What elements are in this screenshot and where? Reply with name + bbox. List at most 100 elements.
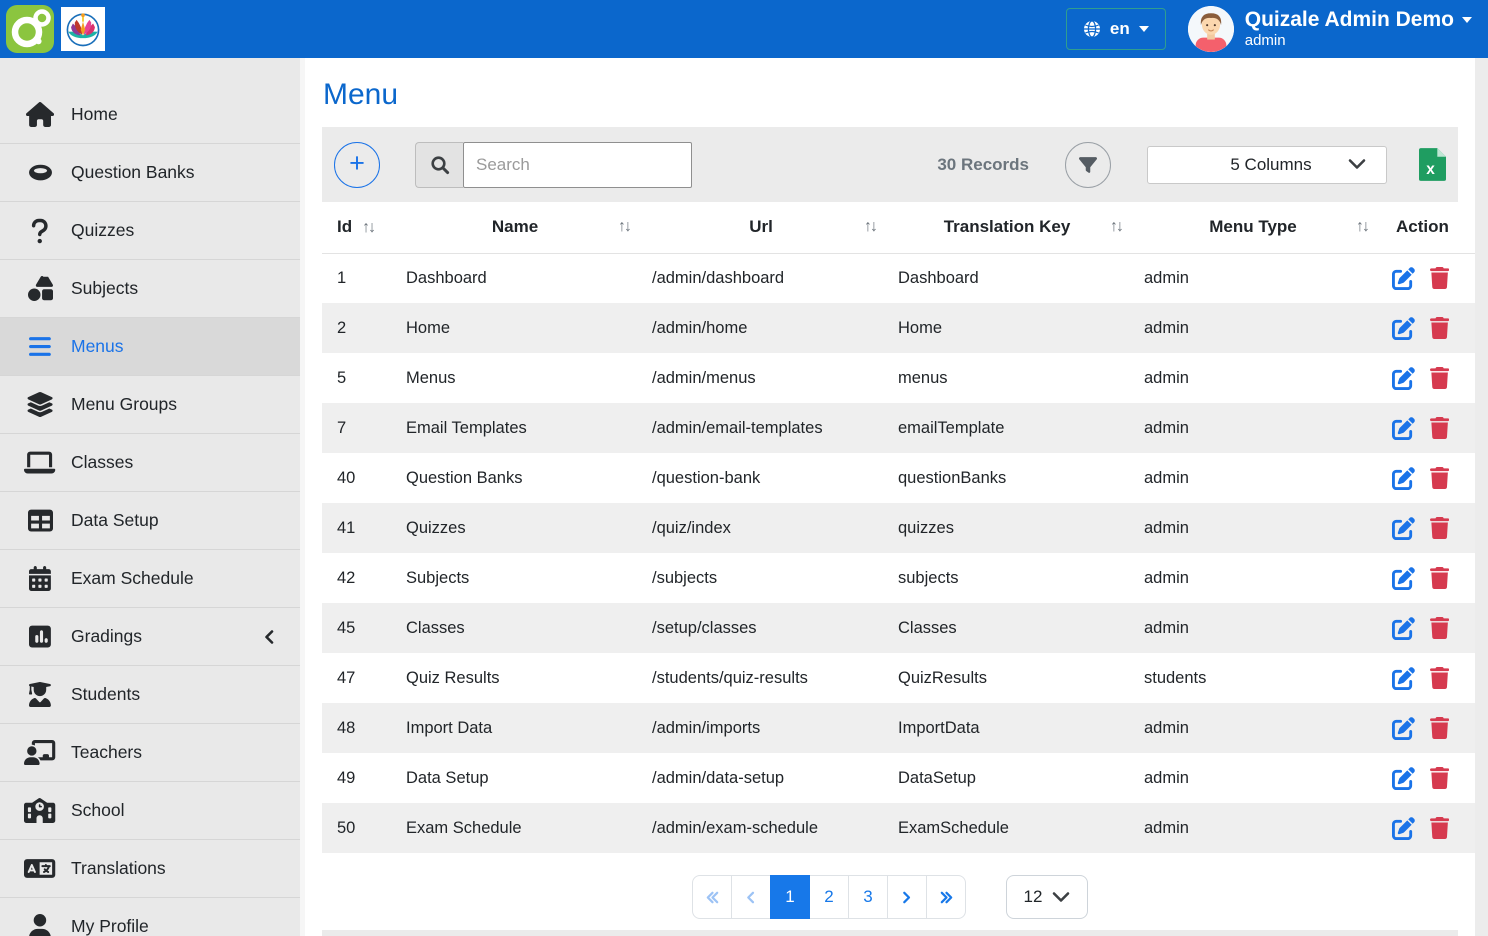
cell-actions xyxy=(1376,453,1475,503)
page-button-3[interactable]: 3 xyxy=(848,875,888,919)
edit-button[interactable] xyxy=(1392,517,1415,540)
page-button-2[interactable]: 2 xyxy=(809,875,849,919)
sort-icon[interactable]: ↑↓ xyxy=(618,218,634,236)
column-header-url[interactable]: Url↑↓ xyxy=(638,202,884,253)
next-page-button[interactable] xyxy=(887,875,927,919)
page-scrollbar[interactable] xyxy=(1475,58,1488,936)
sidebar-item-subjects[interactable]: Subjects xyxy=(0,260,305,318)
table-row: 2Home/admin/homeHomeadmin xyxy=(322,303,1475,353)
language-selector[interactable]: en xyxy=(1066,8,1166,50)
delete-button[interactable] xyxy=(1430,317,1449,339)
sidebar-item-teachers[interactable]: Teachers xyxy=(0,724,305,782)
table-row: 40Question Banks/question-bankquestionBa… xyxy=(322,453,1475,503)
edit-button[interactable] xyxy=(1392,667,1415,690)
excel-export-button[interactable]: x xyxy=(1419,148,1446,181)
user-name: Quizale Admin Demo xyxy=(1245,8,1454,32)
cell-translation-key: Dashboard xyxy=(884,253,1130,303)
cell-name: Dashboard xyxy=(392,253,638,303)
sidebar-item-classes[interactable]: Classes xyxy=(0,434,305,492)
sidebar-item-quizzes[interactable]: Quizzes xyxy=(0,202,305,260)
edit-button[interactable] xyxy=(1392,467,1415,490)
sidebar-item-exam-schedule[interactable]: Exam Schedule xyxy=(0,550,305,608)
cell-actions xyxy=(1376,603,1475,653)
sidebar-item-label: Subjects xyxy=(71,278,138,299)
cell-menu-type: admin xyxy=(1130,353,1376,403)
records-count: 30 Records xyxy=(937,155,1029,175)
sidebar-item-my-profile[interactable]: My Profile xyxy=(0,898,305,936)
column-header-translation-key[interactable]: Translation Key↑↓ xyxy=(884,202,1130,253)
sidebar-item-school[interactable]: School xyxy=(0,782,305,840)
sort-icon[interactable]: ↑↓ xyxy=(362,219,378,236)
cell-id: 40 xyxy=(322,453,392,503)
delete-icon xyxy=(1430,467,1449,489)
delete-button[interactable] xyxy=(1430,717,1449,739)
sidebar-item-home[interactable]: Home xyxy=(0,86,305,144)
edit-button[interactable] xyxy=(1392,317,1415,340)
columns-dropdown[interactable]: 5 Columns xyxy=(1147,146,1387,184)
delete-icon xyxy=(1430,667,1449,689)
delete-button[interactable] xyxy=(1430,467,1449,489)
sort-icon[interactable]: ↑↓ xyxy=(864,218,880,236)
sort-icon[interactable]: ↑↓ xyxy=(1110,218,1126,236)
edit-button[interactable] xyxy=(1392,617,1415,640)
sidebar-item-data-setup[interactable]: Data Setup xyxy=(0,492,305,550)
edit-button[interactable] xyxy=(1392,267,1415,290)
edit-icon xyxy=(1392,667,1415,690)
edit-button[interactable] xyxy=(1392,817,1415,840)
user-menu[interactable]: Quizale Admin Demo admin xyxy=(1188,6,1478,52)
add-record-button[interactable]: + xyxy=(334,142,380,188)
quizale-logo[interactable] xyxy=(6,5,54,53)
sidebar-item-question-banks[interactable]: Question Banks xyxy=(0,144,305,202)
table-row: 41Quizzes/quiz/indexquizzesadmin xyxy=(322,503,1475,553)
column-label: Name xyxy=(492,217,538,236)
cell-url: /quiz/index xyxy=(638,503,884,553)
cell-name: Classes xyxy=(392,603,638,653)
sidebar-item-menus[interactable]: Menus xyxy=(0,318,305,376)
first-page-button[interactable] xyxy=(692,875,732,919)
sidebar-item-label: Students xyxy=(71,684,140,705)
classes-icon xyxy=(24,450,56,475)
sidebar-item-label: Quizzes xyxy=(71,220,134,241)
previous-page-button[interactable] xyxy=(731,875,771,919)
edit-button[interactable] xyxy=(1392,767,1415,790)
page-size-select[interactable]: 12 xyxy=(1006,875,1088,919)
question-banks-icon xyxy=(24,160,56,185)
search-input[interactable] xyxy=(463,142,692,188)
delete-button[interactable] xyxy=(1430,267,1449,289)
cell-actions xyxy=(1376,753,1475,803)
cell-url: /students/quiz-results xyxy=(638,653,884,703)
edit-button[interactable] xyxy=(1392,367,1415,390)
column-header-id[interactable]: Id↑↓ xyxy=(322,202,392,253)
sidebar-item-menu-groups[interactable]: Menu Groups xyxy=(0,376,305,434)
table-toolbar: + 30 Records 5 Columns xyxy=(322,127,1458,202)
cell-name: Quiz Results xyxy=(392,653,638,703)
cell-translation-key: emailTemplate xyxy=(884,403,1130,453)
edit-icon xyxy=(1392,467,1415,490)
edit-button[interactable] xyxy=(1392,417,1415,440)
last-page-button[interactable] xyxy=(926,875,966,919)
delete-button[interactable] xyxy=(1430,767,1449,789)
sidebar-item-translations[interactable]: Translations xyxy=(0,840,305,898)
cell-url: /admin/menus xyxy=(638,353,884,403)
delete-button[interactable] xyxy=(1430,617,1449,639)
lotus-logo[interactable] xyxy=(61,7,105,51)
delete-button[interactable] xyxy=(1430,667,1449,689)
sort-icon[interactable]: ↑↓ xyxy=(1356,218,1372,236)
edit-button[interactable] xyxy=(1392,717,1415,740)
column-header-name[interactable]: Name ↑↓ xyxy=(392,202,638,253)
filter-button[interactable] xyxy=(1065,142,1111,188)
cell-actions xyxy=(1376,403,1475,453)
page-button-1[interactable]: 1 xyxy=(770,875,810,919)
delete-button[interactable] xyxy=(1430,367,1449,389)
delete-icon xyxy=(1430,817,1449,839)
delete-button[interactable] xyxy=(1430,417,1449,439)
column-header-menu-type[interactable]: Menu Type↑↓ xyxy=(1130,202,1376,253)
sidebar-item-gradings[interactable]: Gradings xyxy=(0,608,305,666)
cell-menu-type: admin xyxy=(1130,253,1376,303)
delete-button[interactable] xyxy=(1430,817,1449,839)
cell-translation-key: ExamSchedule xyxy=(884,803,1130,853)
edit-button[interactable] xyxy=(1392,567,1415,590)
delete-button[interactable] xyxy=(1430,567,1449,589)
sidebar-item-students[interactable]: Students xyxy=(0,666,305,724)
delete-button[interactable] xyxy=(1430,517,1449,539)
